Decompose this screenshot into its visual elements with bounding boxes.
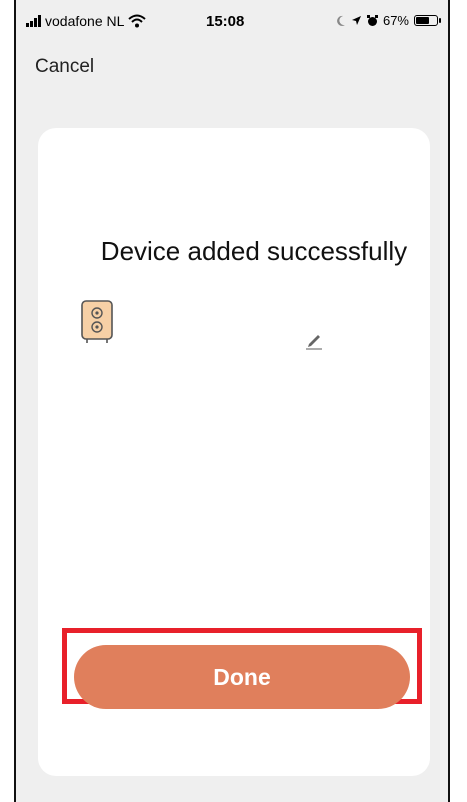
status-right: 67% bbox=[335, 13, 441, 28]
battery-icon bbox=[414, 15, 441, 26]
phone-screen: vodafone NL 15:08 67% Cancel Device adde… bbox=[14, 0, 450, 802]
alarm-icon bbox=[366, 14, 378, 26]
moon-icon bbox=[337, 15, 345, 26]
speaker-device-icon bbox=[81, 300, 113, 343]
signal-icon bbox=[26, 15, 41, 27]
battery-fill bbox=[416, 17, 429, 24]
location-icon bbox=[351, 16, 361, 25]
page-title: Device added successfully bbox=[100, 236, 408, 266]
cancel-button[interactable]: Cancel bbox=[35, 56, 94, 78]
pencil-icon[interactable] bbox=[304, 330, 324, 350]
carrier-name: vodafone NL bbox=[45, 13, 125, 29]
result-card: Device added successfully Done bbox=[38, 128, 430, 776]
wifi-icon bbox=[128, 14, 147, 28]
done-button[interactable]: Done bbox=[74, 645, 410, 709]
status-bar: vodafone NL 15:08 67% bbox=[16, 0, 448, 40]
status-time: 15:08 bbox=[206, 13, 245, 30]
status-left: vodafone NL bbox=[26, 13, 147, 29]
battery-percent: 67% bbox=[382, 13, 409, 28]
